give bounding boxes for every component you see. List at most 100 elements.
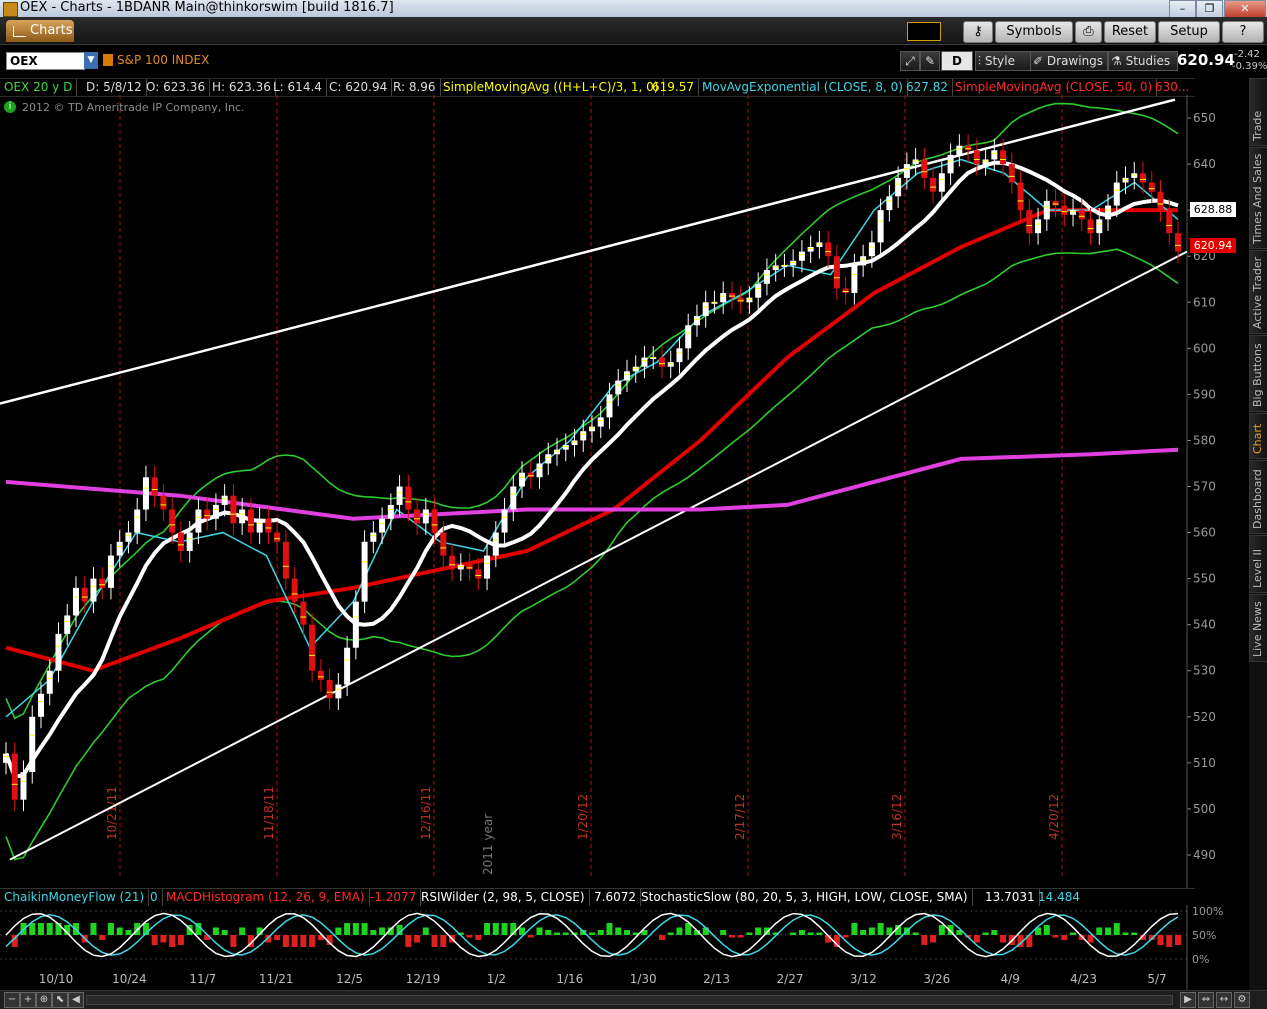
macd-bar bbox=[1175, 935, 1181, 945]
link-color-box[interactable] bbox=[907, 22, 941, 41]
studies-button[interactable]: ⚗ Studies bbox=[1108, 51, 1178, 71]
side-tab-level-ii[interactable]: Level II bbox=[1249, 535, 1267, 593]
symbols-button[interactable]: Symbols bbox=[995, 21, 1073, 43]
candle-body bbox=[169, 509, 176, 533]
macd-bar bbox=[125, 930, 132, 935]
side-tab-dashboard[interactable]: Dashboard bbox=[1249, 460, 1267, 534]
zoom-out-icon[interactable]: − bbox=[4, 992, 20, 1008]
symbol-input[interactable]: OEX bbox=[6, 52, 85, 70]
side-tab-big-buttons[interactable]: Big Buttons bbox=[1249, 335, 1267, 412]
rsi-label[interactable]: RSIWilder (2, 98, 5, CLOSE) bbox=[417, 889, 590, 906]
close-button[interactable]: ✕ bbox=[1224, 0, 1266, 18]
candle-body bbox=[737, 297, 744, 303]
period-label[interactable]: OEX 20 y D bbox=[0, 79, 78, 96]
info-icon[interactable]: i bbox=[4, 101, 16, 113]
macd-bar bbox=[991, 930, 998, 935]
price-chart[interactable]: 490 500 510 520 530 540 550 560 570 580 590 600 610 6… bbox=[0, 95, 1249, 888]
candle-body bbox=[1166, 210, 1173, 234]
tab-charts[interactable]: Charts bbox=[6, 20, 74, 42]
expiration-label: 12/16/11 bbox=[419, 786, 433, 840]
studies-icon: ⚗ bbox=[1111, 54, 1122, 68]
drawing-tool-icon[interactable]: ⤢ bbox=[900, 51, 920, 71]
settings-icon[interactable]: ⚙ bbox=[1234, 992, 1250, 1008]
candle-body bbox=[860, 256, 867, 266]
aggregation-button[interactable]: D bbox=[941, 51, 973, 71]
macd-bar bbox=[807, 932, 814, 935]
candle-body bbox=[921, 159, 928, 178]
candle-body bbox=[1087, 219, 1094, 234]
side-tab-live-news[interactable]: Live News bbox=[1249, 594, 1267, 662]
key-icon[interactable]: ⚷ bbox=[963, 21, 993, 43]
macd-bar bbox=[274, 935, 281, 940]
stoch-label[interactable]: StochasticSlow (80, 20, 5, 3, HIGH, LOW,… bbox=[637, 889, 973, 906]
candle-body bbox=[720, 293, 727, 303]
candle-body bbox=[466, 564, 473, 570]
candle-body bbox=[1070, 210, 1077, 215]
expand-icon[interactable]: ⇔ bbox=[1198, 992, 1214, 1008]
drawings-button[interactable]: ✐ Drawings bbox=[1030, 51, 1108, 71]
zoom-area-icon[interactable]: ⊕ bbox=[36, 992, 52, 1008]
horizontal-scrollbar[interactable] bbox=[86, 995, 1173, 1005]
wrench-icon[interactable]: ✎ bbox=[920, 51, 940, 71]
chevron-down-icon[interactable]: ▼ bbox=[84, 52, 98, 69]
candle-body bbox=[116, 541, 123, 556]
candle-body bbox=[728, 293, 735, 298]
zoom-in-icon[interactable]: + bbox=[20, 992, 36, 1008]
macd-bar bbox=[921, 935, 928, 945]
candle-body bbox=[623, 371, 630, 381]
macd-label[interactable]: MACDHistogram (12, 26, 9, EMA) bbox=[162, 889, 370, 906]
candle-body bbox=[851, 265, 858, 294]
candle-body bbox=[212, 504, 219, 519]
side-tab-trade[interactable]: Trade bbox=[1249, 78, 1267, 146]
candle-body bbox=[1078, 210, 1085, 220]
sma-hlc-label[interactable]: SimpleMovingAvg ((H+L+C)/3, 1, 0) bbox=[439, 79, 664, 96]
cmf-label[interactable]: ChaikinMoneyFlow (21) bbox=[0, 889, 150, 906]
candle-body bbox=[142, 477, 149, 510]
candle-body bbox=[72, 587, 79, 616]
range-value: R: 8.96 bbox=[389, 79, 441, 96]
symbol-bar: OEX ▼ S&P 100 INDEX ⤢ ✎ D ⫶ Style ✐ Draw… bbox=[0, 49, 1267, 72]
reset-button[interactable]: Reset bbox=[1104, 21, 1156, 43]
macd-bar bbox=[239, 927, 246, 935]
candle-body bbox=[457, 564, 464, 570]
net-change: -2.42 bbox=[1234, 49, 1260, 60]
macd-bar bbox=[29, 923, 36, 935]
side-tab-times-and-sales[interactable]: Times And Sales bbox=[1249, 147, 1267, 249]
symbol-description: S&P 100 INDEX bbox=[117, 53, 210, 67]
maximize-button[interactable]: ❐ bbox=[1196, 0, 1223, 18]
y-tick-label: 520 bbox=[1193, 710, 1216, 724]
ema-label[interactable]: MovAvgExponential (CLOSE, 8, 0) bbox=[698, 79, 908, 96]
macd-bar bbox=[107, 923, 114, 935]
macd-bar bbox=[344, 923, 351, 935]
candle-body bbox=[807, 246, 814, 252]
cursor-icon[interactable]: ⬉ bbox=[52, 992, 68, 1008]
side-tab-chart[interactable]: Chart bbox=[1249, 413, 1267, 459]
help-icon[interactable]: ? bbox=[1222, 21, 1264, 43]
macd-bar bbox=[352, 923, 359, 935]
oscillator-chart[interactable]: 100% 50% 0% 10/10 10/24 11/7 11/21 12/5 12/19 1/2… bbox=[0, 905, 1249, 990]
scroll-left-icon[interactable]: ◀ bbox=[68, 992, 84, 1008]
candle-body bbox=[204, 509, 211, 519]
minimize-button[interactable]: – bbox=[1169, 0, 1196, 18]
candle-body bbox=[580, 431, 587, 441]
macd-bar bbox=[737, 935, 744, 938]
setup-button[interactable]: Setup bbox=[1158, 21, 1220, 43]
candle-body bbox=[912, 159, 919, 165]
collapse-icon[interactable]: ↔ bbox=[1216, 992, 1232, 1008]
candle-body bbox=[195, 509, 202, 533]
macd-bar bbox=[37, 923, 44, 935]
scroll-right-icon[interactable]: ▶ bbox=[1180, 992, 1196, 1008]
macd-bar bbox=[422, 927, 429, 935]
close-value: C: 620.94 bbox=[325, 79, 393, 96]
macd-bar bbox=[466, 935, 473, 938]
macd-bar bbox=[46, 923, 53, 935]
candle-body bbox=[125, 532, 132, 542]
macd-bar bbox=[1096, 927, 1103, 935]
sma50-label[interactable]: SimpleMovingAvg (CLOSE, 50, 0) bbox=[951, 79, 1158, 96]
print-icon[interactable]: ⎙ bbox=[1075, 21, 1102, 43]
style-button[interactable]: ⫶ Style bbox=[975, 51, 1031, 71]
side-tab-active-trader[interactable]: Active Trader bbox=[1249, 250, 1267, 334]
candle-body bbox=[379, 518, 386, 533]
macd-bar bbox=[501, 923, 508, 935]
candle-body bbox=[160, 495, 167, 510]
